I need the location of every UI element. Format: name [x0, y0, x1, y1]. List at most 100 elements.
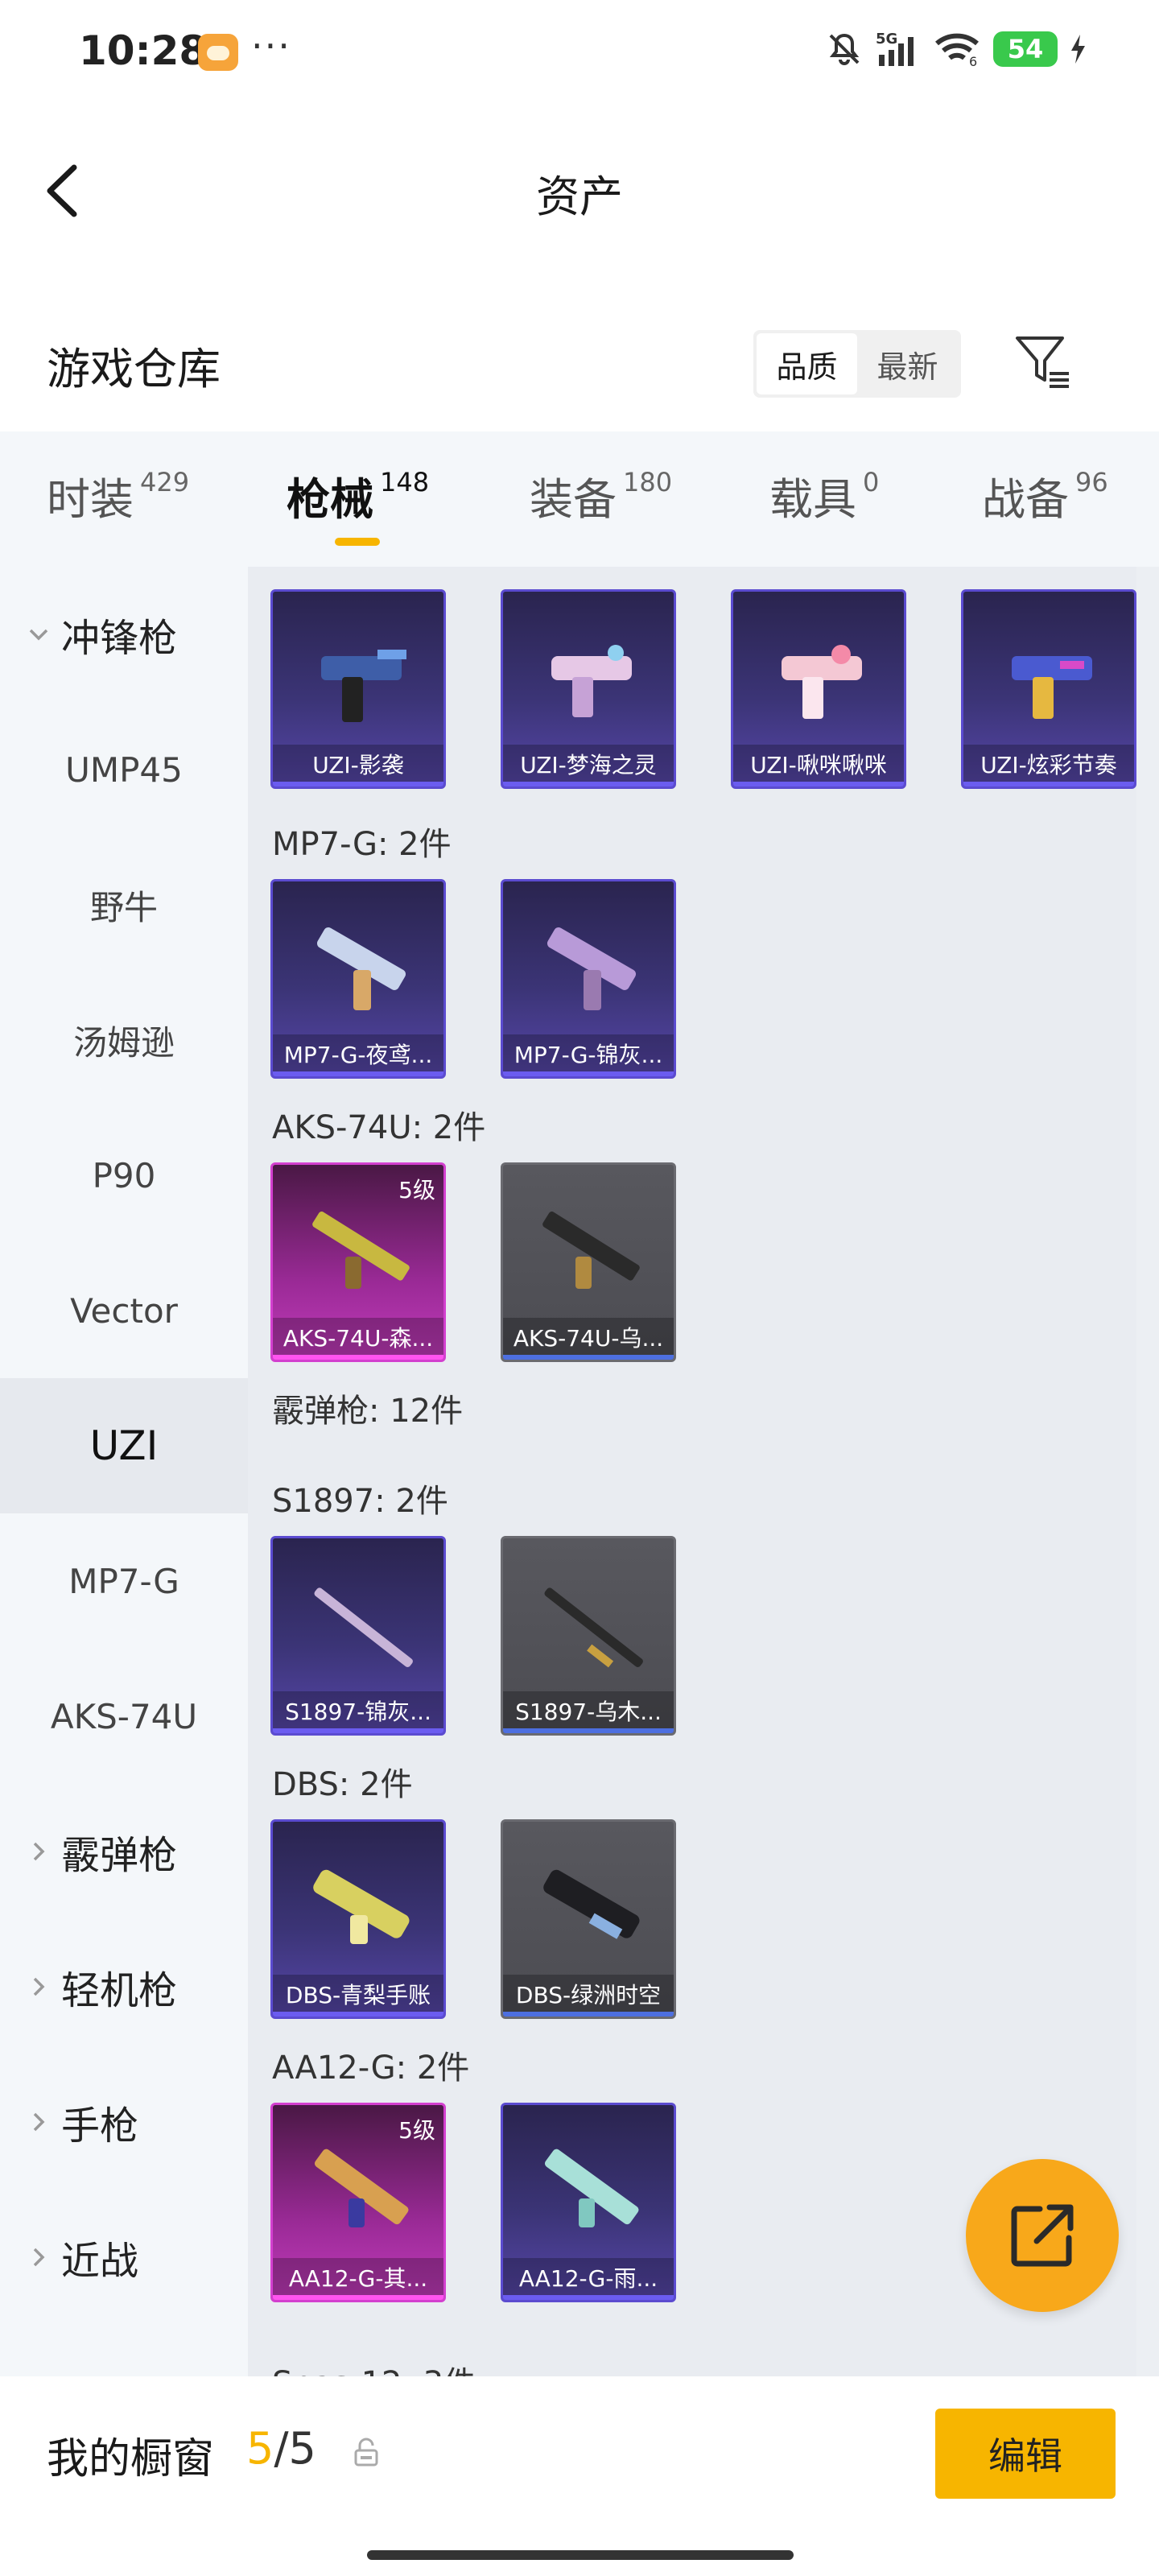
share-button[interactable]	[966, 2159, 1119, 2312]
sort-quality-button[interactable]: 品质	[757, 333, 857, 394]
sidebar-item-mp7g[interactable]: MP7-G	[0, 1513, 248, 1649]
weapon-category-sidebar: 冲锋枪 UMP45 野牛 汤姆逊 P90 Vector UZI MP7-G AK…	[0, 567, 248, 2376]
showcase-label: 我的橱窗	[47, 2435, 215, 2483]
mute-icon	[826, 31, 863, 68]
section-title-spas12: Spas-12: 3件	[272, 2357, 476, 2376]
showcase-total: /5	[274, 2423, 316, 2474]
sidebar-item-label: 霰弹枪	[61, 1833, 178, 1878]
shotgun-icon	[314, 2149, 409, 2227]
tab-equipment[interactable]: 装备 180	[530, 464, 672, 527]
warehouse-title: 游戏仓库	[47, 344, 221, 394]
weapon-card-dbs-1[interactable]: DBS-青梨手账	[270, 1819, 446, 2019]
sidebar-item-p90[interactable]: P90	[0, 1108, 248, 1243]
tab-label: 枪械	[287, 474, 373, 525]
weapon-card-uzi-2[interactable]: UZI-梦海之灵	[501, 589, 676, 789]
category-tabs: 时装 429 枪械 148 装备 180 载具 0 战备 96	[0, 431, 1159, 567]
rifle-icon	[312, 1212, 410, 1289]
tab-label: 战备	[982, 474, 1069, 525]
shotgun-icon	[543, 1869, 640, 1939]
weapon-name: DBS-绿洲时空	[503, 1975, 674, 2017]
section-title-mp7g: MP7-G: 2件	[272, 826, 452, 863]
weapon-name: AKS-74U-森...	[273, 1318, 443, 1360]
tab-active-indicator	[335, 538, 380, 546]
weapon-card-uzi-1[interactable]: UZI-影袭	[270, 589, 446, 789]
tab-count: 148	[380, 467, 430, 497]
weapon-grid-content: UZI-影袭 UZI-梦海之灵 UZI-啾咪啾咪 UZI-炫彩节奏 MP7-G:…	[248, 567, 1136, 2376]
weapon-card-uzi-4[interactable]: UZI-炫彩节奏	[961, 589, 1136, 789]
tab-fashion[interactable]: 时装 429	[47, 464, 189, 527]
smg-icon	[321, 650, 406, 722]
weapon-name: UZI-炫彩节奏	[963, 745, 1134, 786]
battery-icon: 54	[993, 31, 1058, 67]
weapon-name: DBS-青梨手账	[273, 1975, 443, 2017]
weapon-card-aks74u-1[interactable]: 5级 AKS-74U-森...	[270, 1162, 446, 1362]
wifi-icon: 6	[934, 31, 982, 68]
sort-newest-button[interactable]: 最新	[857, 333, 958, 394]
smg-icon	[547, 927, 637, 1010]
sidebar-group-lmg[interactable]: 轻机枪	[0, 1919, 248, 2054]
weapon-card-s1897-1[interactable]: S1897-锦灰...	[270, 1536, 446, 1736]
tab-firearms[interactable]: 枪械 148	[287, 464, 430, 546]
weapon-name: UZI-影袭	[273, 745, 443, 786]
sidebar-item-aks74u[interactable]: AKS-74U	[0, 1649, 248, 1784]
sidebar-item-ump45[interactable]: UMP45	[0, 702, 248, 837]
sidebar-item-label: 手枪	[61, 2103, 139, 2149]
smg-icon	[316, 927, 406, 1010]
shotgun-icon	[314, 1587, 413, 1667]
lock-icon	[354, 2438, 378, 2467]
chevron-right-icon	[33, 2248, 45, 2267]
page-title: 资产	[536, 171, 623, 222]
section-title-shotgun: 霰弹枪: 12件	[272, 1393, 464, 1430]
tab-supplies[interactable]: 战备 96	[982, 464, 1108, 527]
chevron-right-icon	[33, 2112, 45, 2132]
sidebar-item-thompson[interactable]: 汤姆逊	[0, 972, 248, 1108]
shotgun-icon	[544, 2149, 639, 2227]
app-notification-icon	[198, 34, 238, 71]
tab-vehicles[interactable]: 载具 0	[769, 464, 879, 527]
sidebar-group-shotgun[interactable]: 霰弹枪	[0, 1784, 248, 1919]
weapon-name: AKS-74U-乌...	[503, 1318, 674, 1360]
weapon-card-mp7g-2[interactable]: MP7-G-锦灰...	[501, 879, 676, 1079]
tab-count: 429	[140, 467, 190, 497]
sidebar-group-smg[interactable]: 冲锋枪	[0, 567, 248, 702]
weapon-name: S1897-锦灰...	[273, 1691, 443, 1733]
sidebar-item-label: 冲锋枪	[61, 616, 178, 661]
weapon-name: AA12-G-雨...	[503, 2258, 674, 2300]
status-icons: 5G 6 54	[826, 31, 1087, 68]
weapon-card-mp7g-1[interactable]: MP7-G-夜鸢...	[270, 879, 446, 1079]
showcase-current: 5	[246, 2423, 274, 2474]
weapon-card-aa12g-2[interactable]: AA12-G-雨...	[501, 2103, 676, 2302]
shotgun-icon	[544, 1587, 643, 1668]
status-bar: 10:28 ··· 5G 6 54	[0, 0, 1159, 105]
section-title-s1897: S1897: 2件	[272, 1483, 448, 1520]
sort-toggle: 品质 最新	[753, 330, 961, 398]
svg-text:5G: 5G	[876, 31, 897, 47]
weapon-card-aks74u-2[interactable]: AKS-74U-乌...	[501, 1162, 676, 1362]
sidebar-item-label: 近战	[61, 2239, 139, 2284]
weapon-card-dbs-2[interactable]: DBS-绿洲时空	[501, 1819, 676, 2019]
showcase-bar: 我的橱窗 5/5 编辑	[0, 2376, 1159, 2576]
rifle-icon	[542, 1212, 640, 1289]
chevron-down-icon	[29, 629, 48, 641]
home-indicator[interactable]	[367, 2550, 794, 2560]
edit-button[interactable]: 编辑	[935, 2409, 1116, 2499]
smg-icon	[1012, 656, 1092, 719]
showcase-count: 5/5	[246, 2423, 316, 2474]
weapon-card-aa12g-1[interactable]: 5级 AA12-G-其...	[270, 2103, 446, 2302]
weapon-name: S1897-乌木...	[503, 1691, 674, 1733]
weapon-name: UZI-啾咪啾咪	[733, 745, 904, 786]
sidebar-item-bison[interactable]: 野牛	[0, 837, 248, 972]
section-title-aks74u: AKS-74U: 2件	[272, 1109, 486, 1146]
weapon-grid[interactable]: UZI-影袭 UZI-梦海之灵 UZI-啾咪啾咪 UZI-炫彩节奏 MP7-G:…	[248, 567, 1159, 2376]
sidebar-group-melee[interactable]: 近战	[0, 2190, 248, 2325]
weapon-card-uzi-3[interactable]: UZI-啾咪啾咪	[731, 589, 906, 789]
status-time: 10:28	[79, 27, 208, 74]
smg-icon	[551, 645, 632, 717]
sidebar-group-pistol[interactable]: 手枪	[0, 2054, 248, 2190]
sidebar-item-uzi[interactable]: UZI	[0, 1378, 248, 1513]
tab-label: 载具	[769, 474, 856, 525]
filter-icon[interactable]	[1013, 332, 1072, 391]
weapon-card-s1897-2[interactable]: S1897-乌木...	[501, 1536, 676, 1736]
sidebar-item-label: 轻机枪	[61, 1968, 178, 2013]
sidebar-item-vector[interactable]: Vector	[0, 1243, 248, 1378]
